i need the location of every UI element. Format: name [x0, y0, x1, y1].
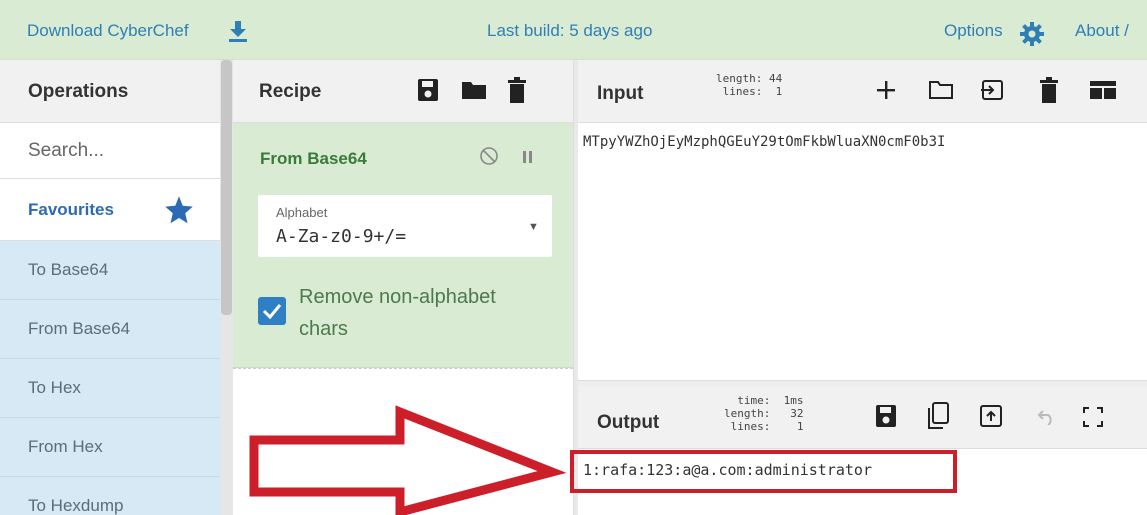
alphabet-label: Alphabet: [276, 205, 328, 220]
operations-scrollbar-thumb[interactable]: [221, 60, 232, 315]
about-link[interactable]: About /: [1075, 21, 1129, 41]
operations-panel: Operations Search... Favourites To Base6…: [0, 60, 220, 515]
options-link[interactable]: Options: [944, 21, 1003, 41]
recipe-operation-from-base64[interactable]: From Base64 Alphabet A-Za-z0-9+/= ▼ Remo…: [233, 123, 573, 368]
pause-icon[interactable]: [523, 151, 533, 163]
trash-icon[interactable]: [508, 77, 526, 103]
copy-icon[interactable]: [926, 402, 950, 430]
output-title: Output: [597, 412, 660, 433]
alphabet-select[interactable]: Alphabet A-Za-z0-9+/= ▼: [258, 195, 552, 257]
operation-item-to-hex[interactable]: To Hex: [0, 359, 220, 418]
recipe-panel: Recipe From Base64 Alphabet A-Za-z0-9+/=: [233, 60, 573, 515]
annotation-highlight-box: [570, 450, 957, 493]
open-file-icon[interactable]: [980, 79, 1004, 101]
folder-icon[interactable]: [461, 80, 487, 100]
operations-scrollbar[interactable]: [220, 60, 233, 515]
recipe-operation-name: From Base64: [260, 149, 367, 168]
open-folder-icon[interactable]: [928, 80, 954, 100]
save-icon[interactable]: [417, 78, 439, 102]
input-stats: length: 44 lines: 1: [716, 72, 783, 98]
input-title: Input: [597, 83, 644, 104]
undo-icon[interactable]: [1034, 409, 1056, 425]
input-header: Input length: 44 lines: 1: [578, 60, 1147, 123]
add-tab-icon[interactable]: [876, 80, 896, 100]
save-output-icon[interactable]: [875, 404, 897, 428]
clear-input-trash-icon[interactable]: [1040, 77, 1058, 103]
star-icon: [165, 196, 193, 224]
input-panel: Input length: 44 lines: 1 MTpyYWZhOjEyMz…: [578, 60, 1147, 380]
operation-item-to-base64[interactable]: To Base64: [0, 241, 220, 300]
download-icon[interactable]: [228, 20, 248, 42]
alphabet-value: A-Za-z0-9+/=: [276, 226, 407, 247]
operation-item-from-hex[interactable]: From Hex: [0, 418, 220, 477]
recipe-divider: [233, 368, 573, 370]
replace-input-icon[interactable]: [980, 405, 1002, 427]
recipe-header: Recipe: [233, 60, 573, 123]
download-cyberchef-link[interactable]: Download CyberChef: [27, 21, 189, 41]
disable-icon[interactable]: [479, 146, 499, 166]
search-input[interactable]: Search...: [0, 123, 220, 179]
operations-title: Operations: [28, 81, 129, 102]
operations-header: Operations: [0, 60, 220, 123]
input-textarea[interactable]: MTpyYWZhOjEyMzphQGEuY29tOmFkbWluaXN0cmF0…: [583, 134, 945, 150]
favourites-label: Favourites: [28, 200, 114, 219]
chevron-down-icon: ▼: [528, 221, 539, 233]
remove-non-alphabet-checkbox[interactable]: [258, 297, 286, 325]
recipe-title: Recipe: [259, 81, 322, 102]
search-placeholder: Search...: [28, 140, 105, 161]
output-header: Output time: 1ms length: 32 lines: 1: [578, 386, 1147, 449]
operation-item-from-base64[interactable]: From Base64: [0, 300, 220, 359]
operation-item-to-hexdump[interactable]: To Hexdump: [0, 477, 220, 515]
favourites-category[interactable]: Favourites: [0, 179, 220, 241]
maximise-icon[interactable]: [1083, 407, 1103, 427]
remove-non-alphabet-label: Remove non-alphabet chars: [299, 286, 496, 340]
top-banner: Download CyberChef Last build: 5 days ag…: [0, 0, 1147, 60]
checkmark-icon: [262, 304, 282, 320]
last-build-text: Last build: 5 days ago: [487, 21, 653, 40]
layout-icon[interactable]: [1090, 81, 1116, 99]
output-stats: time: 1ms length: 32 lines: 1: [724, 394, 804, 433]
gear-icon[interactable]: [1020, 22, 1044, 46]
